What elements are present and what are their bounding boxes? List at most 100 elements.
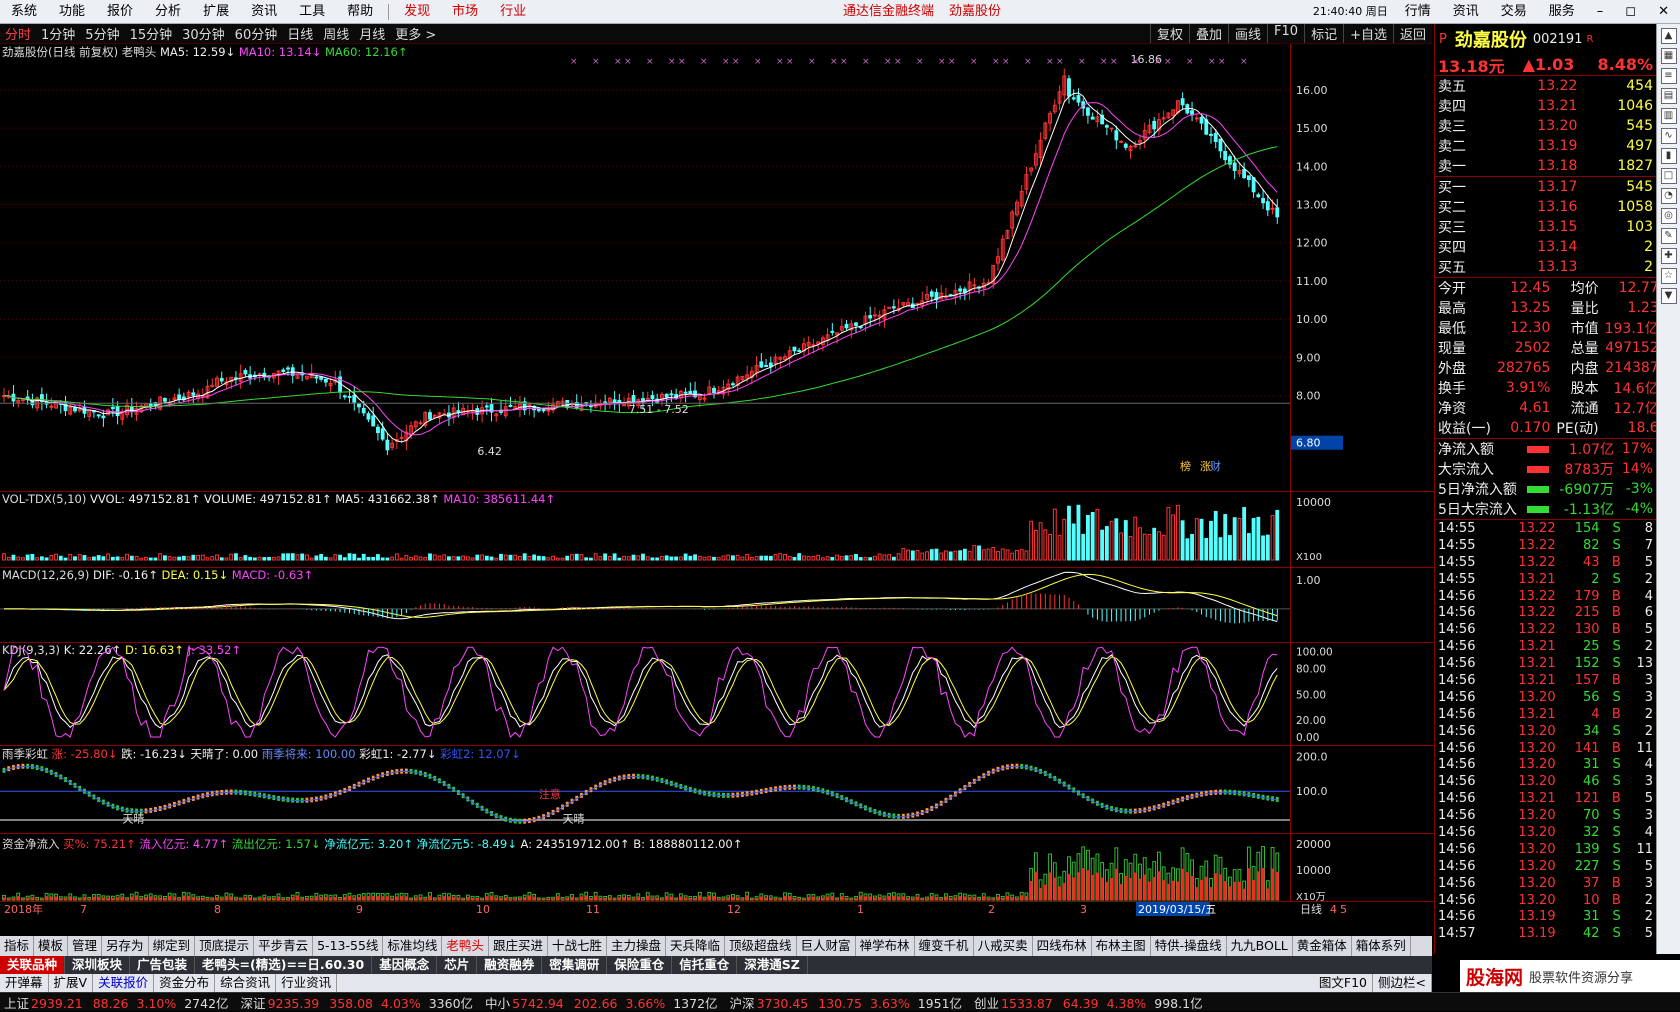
pencil-icon[interactable]: ✎ <box>1660 228 1677 244</box>
indicator-tab-10[interactable]: 跟庄买进 <box>489 936 548 956</box>
period-tab-4[interactable]: 30分钟 <box>177 24 230 43</box>
menu-red-item-1[interactable]: 市场 <box>441 0 489 24</box>
indicator-tab-17[interactable]: 缠变千机 <box>915 936 974 956</box>
indicator-tab-3[interactable]: 另存为 <box>102 936 149 956</box>
period-tab-2[interactable]: 5分钟 <box>80 24 124 43</box>
chart-tool-1[interactable]: 叠加 <box>1189 24 1228 43</box>
indicator-tab-6[interactable]: 平步青云 <box>254 936 314 956</box>
period-tab-3[interactable]: 15分钟 <box>125 24 178 43</box>
sector-tab-10[interactable]: 深港通SZ <box>737 956 808 974</box>
index-3[interactable]: 沪深 3730.45 130.75 3.63% 1951亿 <box>726 993 971 1012</box>
chart-tool-3[interactable]: F10 <box>1267 24 1304 43</box>
chart-tool-5[interactable]: +自选 <box>1343 24 1393 43</box>
top-button-0[interactable]: 行情 <box>1394 0 1442 24</box>
close-icon[interactable]: ✕ <box>1647 0 1680 24</box>
indicator-tab-4[interactable]: 绑定到 <box>149 936 196 956</box>
indicator-tab-7[interactable]: 5-13-55线 <box>313 936 384 956</box>
bars-icon[interactable]: ▥ <box>1660 108 1677 124</box>
line-icon[interactable]: ∿ <box>1660 128 1677 144</box>
minimize-icon[interactable]: – <box>1586 0 1615 24</box>
chart-tool-6[interactable]: 返回 <box>1392 24 1432 43</box>
indicator-tab-13[interactable]: 天兵降临 <box>666 936 725 956</box>
indicator-tab-1[interactable]: 模板 <box>34 936 69 956</box>
index-0[interactable]: 上证 2939.21 88.26 3.10% 2742亿 <box>0 993 237 1012</box>
period-tab-8[interactable]: 月线 <box>354 24 390 43</box>
candle-icon[interactable]: ▮ <box>1660 148 1677 164</box>
sector-tab-6[interactable]: 融资融券 <box>477 956 543 974</box>
menu-item-0[interactable]: 系统 <box>0 0 48 24</box>
cross-icon[interactable]: ✚ <box>1660 248 1677 264</box>
info-tab-2[interactable]: 关联报价 <box>93 974 155 992</box>
indicator-tab-23[interactable]: 黄金箱体 <box>1293 936 1352 956</box>
menu-red-item-0[interactable]: 发现 <box>393 0 441 24</box>
menu-item-4[interactable]: 扩展 <box>192 0 240 24</box>
top-button-3[interactable]: 服务 <box>1538 0 1586 24</box>
top-button-1[interactable]: 资讯 <box>1442 0 1490 24</box>
info-tab-0[interactable]: 开弹幕 <box>0 974 49 992</box>
doc-icon[interactable]: □ <box>1660 168 1677 184</box>
period-tab-0[interactable]: 分时 <box>0 24 36 43</box>
sector-tab-8[interactable]: 保险重仓 <box>607 956 673 974</box>
target-icon[interactable]: ◎ <box>1660 208 1677 224</box>
info-tab-4[interactable]: 综合资讯 <box>215 974 277 992</box>
menu-item-3[interactable]: 分析 <box>144 0 192 24</box>
menu-item-5[interactable]: 资讯 <box>240 0 288 24</box>
list-icon[interactable]: ≡ <box>1660 68 1677 84</box>
info-tab-right-1[interactable]: 侧边栏< <box>1373 974 1432 992</box>
menu-item-2[interactable]: 报价 <box>96 0 144 24</box>
sector-tab-2[interactable]: 广告包装 <box>130 956 196 974</box>
indicator-tab-0[interactable]: 指标 <box>0 936 35 956</box>
sector-tab-9[interactable]: 信托重仓 <box>672 956 738 974</box>
menu-item-7[interactable]: 帮助 <box>336 0 384 24</box>
index-1[interactable]: 深证 9235.39 358.08 4.03% 3360亿 <box>237 993 482 1012</box>
info-tab-3[interactable]: 资金分布 <box>154 974 216 992</box>
chart-tool-0[interactable]: 复权 <box>1149 24 1189 43</box>
indicator-tab-2[interactable]: 管理 <box>68 936 103 956</box>
menu-item-1[interactable]: 功能 <box>48 0 96 24</box>
menu-red-item-2[interactable]: 行业 <box>489 0 537 24</box>
indicator-tab-5[interactable]: 顶底提示 <box>195 936 255 956</box>
arrow-down-icon[interactable]: ▼ <box>1660 288 1677 304</box>
indicator-tab-12[interactable]: 主力操盘 <box>607 936 666 956</box>
restore-icon[interactable]: ◻ <box>1614 0 1647 24</box>
chart-icon[interactable]: ▦ <box>1660 48 1677 64</box>
indicator-tab-24[interactable]: 箱体系列 <box>1352 936 1411 956</box>
sector-tab-3[interactable]: 老鸭头=(精选)==日.60.30 <box>195 956 373 974</box>
chart-tool-2[interactable]: 画线 <box>1228 24 1267 43</box>
period-tab-5[interactable]: 60分钟 <box>230 24 283 43</box>
info-tab-5[interactable]: 行业资讯 <box>276 974 338 992</box>
sector-tab-4[interactable]: 基因概念 <box>372 956 438 974</box>
pie-icon[interactable]: ◔ <box>1660 188 1677 204</box>
arrow-up-icon[interactable]: ▲ <box>1660 28 1677 44</box>
tick-table[interactable]: 14:55 13.22 154 S 8 14:55 13.22 82 S 7 14:55 13.22 4… <box>1435 520 1656 942</box>
period-tab-6[interactable]: 日线 <box>282 24 318 43</box>
index-2[interactable]: 中小 5742.94 202.66 3.66% 1372亿 <box>481 993 726 1012</box>
chart-tool-4[interactable]: 标记 <box>1304 24 1343 43</box>
indicator-tab-16[interactable]: 禅学布林 <box>856 936 915 956</box>
indicator-tab-21[interactable]: 特供-操盘线 <box>1151 936 1227 956</box>
indicator-tab-18[interactable]: 八戒买卖 <box>974 936 1033 956</box>
sector-tab-1[interactable]: 深圳板块 <box>65 956 131 974</box>
indicator-tab-14[interactable]: 顶级超盘线 <box>725 936 797 956</box>
sector-tab-5[interactable]: 芯片 <box>437 956 478 974</box>
grid-icon[interactable]: ▤ <box>1660 88 1677 104</box>
indicator-tab-20[interactable]: 布林主图 <box>1092 936 1151 956</box>
sector-tab-0[interactable]: 关联品种 <box>0 956 66 974</box>
star-icon[interactable]: ☆ <box>1660 268 1677 284</box>
index-4[interactable]: 创业 1533.87 64.39 4.38% 998.1亿 <box>970 993 1211 1012</box>
indicator-tab-8[interactable]: 标准均线 <box>383 936 443 956</box>
period-tab-7[interactable]: 周线 <box>318 24 354 43</box>
period-tab-9[interactable]: 更多 > <box>390 24 441 43</box>
indicator-tab-11[interactable]: 十战七胜 <box>548 936 607 956</box>
kline-chart[interactable]: 16.0015.0014.0013.0012.0011.0010.009.008… <box>0 44 1434 936</box>
indicator-tab-15[interactable]: 巨人财富 <box>797 936 856 956</box>
indicator-tab-22[interactable]: 九九BOLL <box>1227 936 1293 956</box>
top-button-2[interactable]: 交易 <box>1490 0 1538 24</box>
period-tab-1[interactable]: 1分钟 <box>36 24 80 43</box>
menu-item-6[interactable]: 工具 <box>288 0 336 24</box>
indicator-tab-9[interactable]: 老鸭头 <box>442 936 489 956</box>
info-tab-1[interactable]: 扩展V <box>49 974 94 992</box>
info-tab-right-0[interactable]: 图文F10 <box>1314 974 1374 992</box>
indicator-tab-19[interactable]: 四线布林 <box>1033 936 1092 956</box>
sector-tab-7[interactable]: 密集调研 <box>542 956 608 974</box>
